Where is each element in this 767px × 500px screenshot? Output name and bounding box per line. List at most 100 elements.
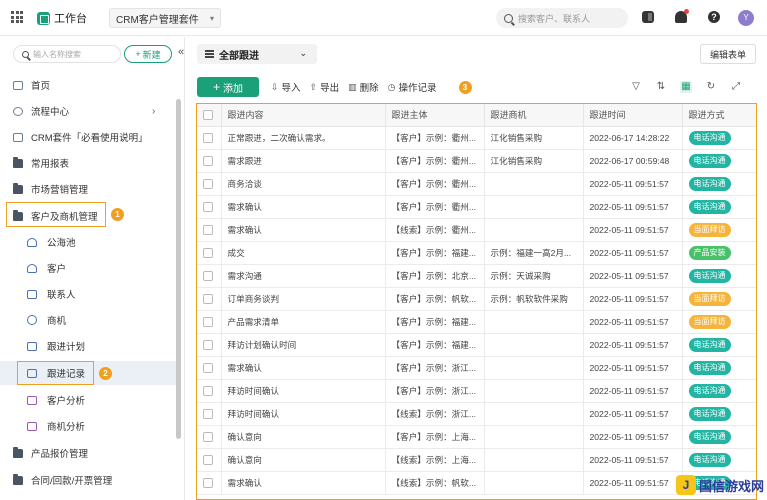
row-checkbox[interactable] [203,362,213,373]
select-all-header[interactable] [197,104,222,127]
sidebar-item-reports[interactable]: 常用报表 [0,151,176,175]
row-time: 2022-05-11 09:51:57 [583,471,683,495]
sidebar-item-contacts[interactable]: 联系人 [0,282,176,306]
avatar[interactable]: Y [738,10,754,26]
apps-grid-icon[interactable] [11,11,23,23]
row-select-cell[interactable] [197,310,222,334]
view-selector[interactable]: 全部跟进 ⌄ [197,44,317,64]
add-button[interactable]: + 添加 [197,77,259,97]
row-select-cell[interactable] [197,333,222,357]
row-select-cell[interactable] [197,425,222,449]
help-icon[interactable]: ? [708,11,720,23]
row-select-cell[interactable] [197,356,222,380]
sidebar-item-process-center[interactable]: 流程中心 › [0,99,176,123]
row-checkbox[interactable] [203,178,213,189]
sidebar-item-customer-analysis[interactable]: 客户分析 [0,388,176,412]
row-checkbox[interactable] [203,431,213,442]
panel-icon[interactable] [642,11,654,23]
sidebar-item-crm-guide[interactable]: CRM套件「必看使用说明」 [0,125,176,149]
row-select-cell[interactable] [197,379,222,403]
row-checkbox[interactable] [203,155,213,166]
table-row[interactable]: 需求确认 【线索】示例：衢州... 2022-05-11 09:51:57 当面拜访 [197,218,756,242]
sidebar-item-public-pool[interactable]: 公海池 [0,230,176,254]
row-select-cell[interactable] [197,287,222,311]
delete-button[interactable]: ▥ 删除 [348,80,379,95]
operation-log-button[interactable]: ◷ 操作记录 [388,80,437,95]
row-checkbox[interactable] [203,293,213,304]
table-row[interactable]: 需求确认 【客户】示例：浙江... 2022-05-11 09:51:57 电话沟通 [197,356,756,380]
sidebar-item-opportunity-analysis[interactable]: 商机分析 [0,414,176,438]
column-header-method[interactable]: 跟进方式 [682,104,756,127]
sidebar-item-follow-plan[interactable]: 跟进计划 [0,334,176,358]
sidebar-item-marketing[interactable]: 市场营销管理 [0,177,176,201]
table-row[interactable]: 拜访时间确认 【线索】示例：浙江... 2022-05-11 09:51:57 电话沟… [197,402,756,426]
column-header-opportunity[interactable]: 跟进商机 [484,104,584,127]
row-select-cell[interactable] [197,149,222,173]
sidebar-search-input[interactable] [33,49,113,59]
sidebar-item-product-quote[interactable]: 产品报价管理 [0,441,176,465]
sort-icon[interactable]: ⇅ [655,81,667,93]
edit-form-button[interactable]: 编辑表单 [700,44,756,64]
table-row[interactable]: 商务洽谈 【客户】示例：衢州... 2022-05-11 09:51:57 电话沟通 [197,172,756,196]
table-row[interactable]: 需求确认 【线索】示例：帆软... 2022-05-11 09:51:57 电话沟通 [197,471,756,495]
row-select-cell[interactable] [197,241,222,265]
table-row[interactable]: 成交 【客户】示例：福建... 示例：福建一高2月... 2022-05-11 09:… [197,241,756,265]
annotation-badge-2: 2 [99,367,112,380]
suite-selector[interactable]: CRM客户管理套件 ▾ [109,8,221,28]
row-checkbox[interactable] [203,132,213,143]
workbench-brand[interactable]: 工作台 [37,10,87,26]
row-select-cell[interactable] [197,195,222,219]
import-button[interactable]: ⇩ 导入 [271,80,301,95]
select-all-checkbox[interactable] [203,110,213,121]
row-checkbox[interactable] [203,385,213,396]
column-header-content[interactable]: 跟进内容 [221,104,386,127]
table-row[interactable]: 需求确认 【客户】示例：衢州... 2022-05-11 09:51:57 电话沟通 [197,195,756,219]
export-button[interactable]: ⇧ 导出 [310,80,340,95]
sidebar-item-customer[interactable]: 客户 [0,256,176,280]
sidebar-scrollbar[interactable] [176,99,181,439]
table-row[interactable]: 需求沟通 【客户】示例：北京... 示例：天诚采购 2022-05-11 09:51:… [197,264,756,288]
row-checkbox[interactable] [203,270,213,281]
global-search-input[interactable]: 搜索客户、联系人 [496,8,628,28]
row-select-cell[interactable] [197,218,222,242]
annotation-badge-3: 3 [458,80,472,94]
row-checkbox[interactable] [203,408,213,419]
row-checkbox[interactable] [203,339,213,350]
table-row[interactable]: 需求跟进 【客户】示例：衢州... 江化销售采购 2022-06-17 00:59:4… [197,149,756,173]
table-row[interactable]: 确认意向 【线索】示例：上海... 2022-05-11 09:51:57 电话沟通 [197,448,756,472]
refresh-icon[interactable]: ↻ [705,81,717,93]
table-row[interactable]: 拜访时间确认 【客户】示例：浙江... 2022-05-11 09:51:57 电话沟… [197,379,756,403]
column-header-subject[interactable]: 跟进主体 [385,104,485,127]
table-row[interactable]: 确认意向 【客户】示例：上海... 2022-05-11 09:51:57 电话沟通 [197,425,756,449]
row-checkbox[interactable] [203,316,213,327]
folder-icon [13,446,23,458]
row-content: 确认意向 [221,425,386,449]
method-tag: 电话沟通 [688,176,731,191]
row-checkbox[interactable] [203,247,213,258]
fullscreen-icon[interactable]: ⤢ [730,81,742,93]
sidebar-item-contracts[interactable]: 合同/回款/开票管理 [0,468,176,492]
new-button[interactable]: + 新建 [124,45,172,63]
table-row[interactable]: 正常跟进，二次确认需求。 【客户】示例：衢州... 江化销售采购 2022-06-17… [197,126,756,150]
row-select-cell[interactable] [197,126,222,150]
table-row[interactable]: 拜访计划确认时间 【客户】示例：福建... 2022-05-11 09:51:57 电… [197,333,756,357]
row-select-cell[interactable] [197,402,222,426]
table-view-icon[interactable]: ▦ [680,81,692,93]
row-checkbox[interactable] [203,477,213,488]
row-select-cell[interactable] [197,172,222,196]
table-row[interactable]: 订单商务谈判 【客户】示例：帆软... 示例：帆软软件采购 2022-05-11 09… [197,287,756,311]
sidebar-item-opportunity[interactable]: 商机 [0,308,176,332]
sidebar-item-home[interactable]: 首页 [0,73,176,97]
bell-icon[interactable] [675,9,689,23]
row-select-cell[interactable] [197,448,222,472]
column-header-time[interactable]: 跟进时间 [583,104,683,127]
row-select-cell[interactable] [197,471,222,495]
collapse-sidebar-icon[interactable]: « [178,46,184,58]
filter-icon[interactable]: ▽ [630,81,642,93]
table-row[interactable]: 产品需求清单 【客户】示例：福建... 2022-05-11 09:51:57 当面拜… [197,310,756,334]
row-checkbox[interactable] [203,201,213,212]
row-select-cell[interactable] [197,264,222,288]
sidebar-search[interactable] [13,45,121,63]
row-checkbox[interactable] [203,454,213,465]
row-checkbox[interactable] [203,224,213,235]
